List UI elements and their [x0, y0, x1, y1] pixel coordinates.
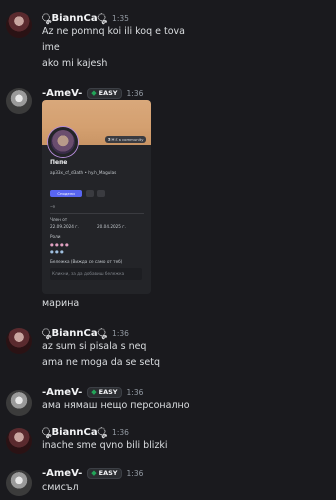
role-chips: ● ● ●: [50, 249, 64, 254]
timestamp[interactable]: 1:36: [127, 388, 144, 397]
profile-action-button: Сподели: [50, 190, 82, 197]
profile-nickname: Пепе: [50, 159, 68, 166]
author-name[interactable]: ೄBiannCaೄ: [42, 328, 107, 339]
badge-label: EASY: [98, 388, 118, 396]
roles-label: Роли: [50, 234, 61, 239]
profile-status: ⁻ᵍ: [50, 205, 55, 211]
role-chips: ● ● ● ●: [50, 242, 69, 247]
user-avatar[interactable]: [6, 470, 32, 496]
timestamp[interactable]: 1:36: [112, 329, 129, 338]
badge-label: EASY: [98, 89, 118, 97]
note-field: Кликни, за да добавиш бележка: [50, 268, 142, 280]
profile-more-button: [97, 190, 105, 197]
message-header: ೄBiannCaೄ 1:36: [42, 425, 129, 439]
profile-secondary-button: [86, 190, 94, 197]
gem-icon: ◆: [91, 468, 97, 477]
message-text: ама нямаш нещо персонално: [42, 400, 190, 411]
message-header: ೄBiannCaೄ 1:36: [42, 326, 129, 340]
badge-label: EASY: [98, 469, 118, 477]
timestamp[interactable]: 1:35: [112, 14, 129, 23]
message-text: ama ne moga da se setq: [42, 357, 160, 368]
profile-avatar: [48, 127, 78, 157]
server-tag-badge[interactable]: ◆ EASY: [87, 87, 122, 99]
author-name[interactable]: ೄBiannCaೄ: [42, 13, 107, 24]
timestamp[interactable]: 1:36: [112, 428, 129, 437]
message-text: марина: [42, 298, 80, 309]
button-label: Сподели: [57, 191, 75, 196]
author-name[interactable]: -AmeV-: [42, 387, 82, 398]
message-text: Az ne pomnq koi ili koq e tova: [42, 26, 186, 37]
message-text: ako mi kajesh: [42, 58, 108, 69]
member-since-date: 22.09.2024 г.: [50, 224, 79, 229]
gem-icon: ◆: [91, 387, 97, 396]
author-name[interactable]: -AmeV-: [42, 88, 82, 99]
profile-section-label: Член от: [50, 217, 68, 222]
message-header: -AmeV- ◆ EASY 1:36: [42, 86, 143, 100]
divider: [50, 213, 144, 214]
message-text: az sum si pisala s neq: [42, 341, 147, 352]
message-text: ime: [42, 42, 60, 53]
note-placeholder: Кликни, за да добавиш бележка: [52, 271, 125, 276]
author-name[interactable]: -AmeV-: [42, 468, 82, 479]
message-header: -AmeV- ◆ EASY 1:36: [42, 385, 143, 399]
server-join-date: 20.04.2025 г.: [97, 224, 126, 229]
profile-tag: Ꮥ Ꮋ Ɛ ꞩ community: [105, 136, 147, 143]
user-avatar[interactable]: [6, 12, 32, 38]
server-tag-badge[interactable]: ◆ EASY: [87, 467, 122, 479]
image-attachment[interactable]: Ꮥ Ꮋ Ɛ ꞩ community Пепе ap33x_cf_d3ath • …: [42, 100, 151, 294]
user-avatar[interactable]: [6, 428, 32, 454]
message-text: inache sme qvno bili blizki: [42, 440, 168, 451]
message-header: -AmeV- ◆ EASY 1:36: [42, 466, 143, 480]
server-tag-badge[interactable]: ◆ EASY: [87, 386, 122, 398]
author-name[interactable]: ೄBiannCaೄ: [42, 427, 107, 438]
user-avatar[interactable]: [6, 88, 32, 114]
user-avatar[interactable]: [6, 390, 32, 416]
gem-icon: ◆: [91, 88, 97, 97]
timestamp[interactable]: 1:36: [127, 89, 144, 98]
message-header: ೄBiannCaೄ 1:35: [42, 11, 129, 25]
user-avatar[interactable]: [6, 328, 32, 354]
profile-handle: ap33x_cf_d3ath • hy.h_Magulas: [50, 170, 117, 175]
note-label: Бележка (Вижда се само от теб): [50, 259, 123, 264]
message-text: смисъл: [42, 482, 79, 493]
timestamp[interactable]: 1:36: [127, 469, 144, 478]
